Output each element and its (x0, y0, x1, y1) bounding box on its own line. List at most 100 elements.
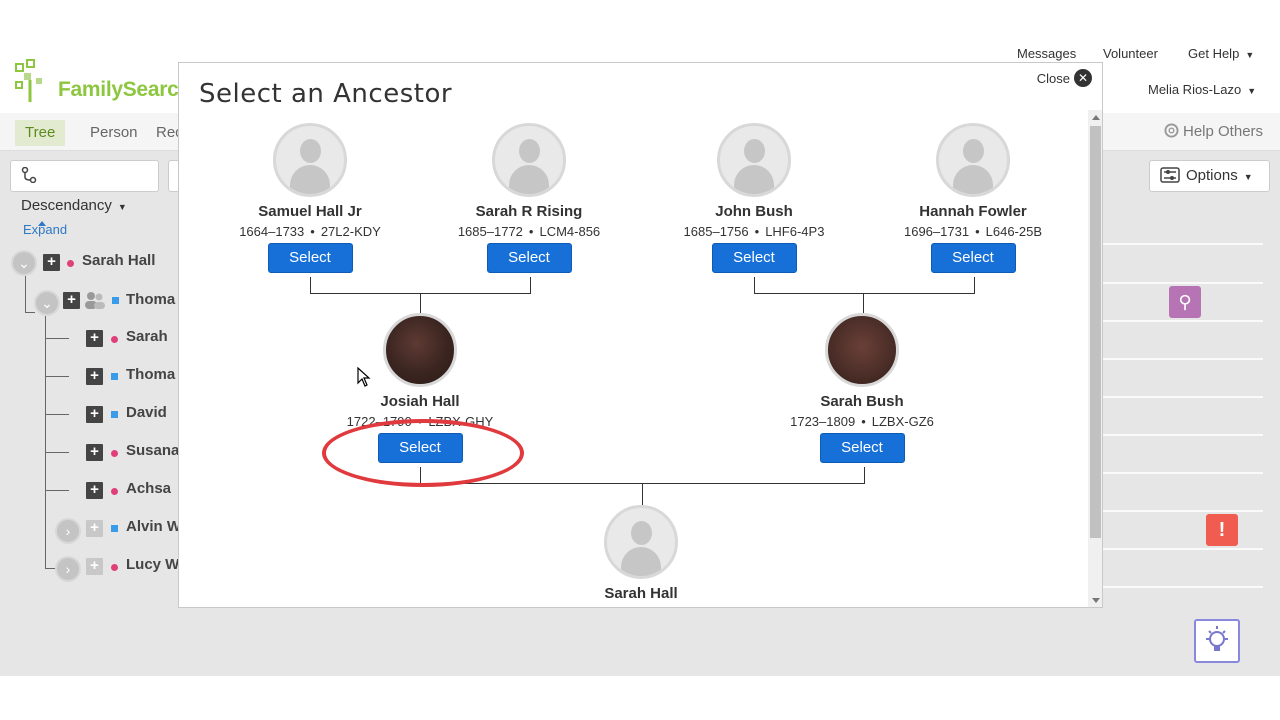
male-icon (112, 297, 119, 304)
nav-tab-person[interactable]: Person (80, 120, 148, 146)
collapse-icon[interactable]: ⌄ (11, 250, 37, 276)
fan-chart-icon[interactable]: ⚲ (1169, 286, 1201, 318)
page-bottom-area (0, 676, 1280, 720)
tree-row[interactable]: + Sarah (0, 318, 180, 356)
plus-icon[interactable]: + (43, 254, 60, 271)
select-button[interactable]: Select (486, 243, 572, 273)
user-menu[interactable]: Melia Rios-Lazo ▼ (1148, 82, 1256, 97)
ancestor-life-id: 1696–1731 • L646-25B (873, 224, 1073, 239)
person-name[interactable]: Thoma (126, 366, 175, 383)
expand-chevron-icon[interactable]: › (55, 556, 81, 582)
ancestor-name: Sarah Bush (820, 393, 904, 410)
view-dropdown[interactable]: Descendancy ▼ (10, 160, 159, 214)
row-divider (1103, 434, 1263, 436)
modal-scrollbar[interactable] (1088, 110, 1102, 607)
person-name[interactable]: Sarah Hall (82, 252, 155, 269)
ancestor-id: LZBX-GZ6 (871, 414, 934, 429)
scroll-up-arrow-icon[interactable] (1092, 115, 1100, 120)
row-divider (1103, 282, 1263, 284)
ancestor-card: Hannah Fowler 1696–1731 • L646-25B Select (873, 123, 1073, 273)
plus-icon[interactable]: + (86, 406, 103, 423)
tree-row[interactable]: ⌄ + Thoma (0, 281, 180, 319)
plus-icon[interactable]: + (86, 330, 103, 347)
female-silhouette-icon (492, 123, 566, 197)
ancestor-name: Samuel Hall Jr (258, 203, 362, 220)
row-divider (1103, 510, 1263, 512)
row-divider (1103, 358, 1263, 360)
caret-down-icon: ▼ (1245, 50, 1255, 60)
couple-icon (85, 292, 105, 309)
person-name[interactable]: Lucy W (126, 556, 179, 573)
person-name[interactable]: Thoma (126, 291, 175, 308)
plus-icon[interactable]: + (86, 558, 103, 575)
select-button[interactable]: Select (267, 243, 353, 273)
plus-icon[interactable]: + (86, 444, 103, 461)
plus-icon[interactable]: + (86, 520, 103, 537)
lightbulb-button[interactable] (1194, 619, 1240, 663)
tree-row[interactable]: ⌄ + Sarah Hall (0, 242, 180, 280)
row-divider (1103, 548, 1263, 550)
tree-connector (974, 277, 975, 293)
male-icon (111, 373, 118, 380)
scroll-down-arrow-icon[interactable] (1092, 598, 1100, 603)
plus-icon[interactable]: + (86, 368, 103, 385)
familysearch-logo[interactable]: FamilySearch (14, 58, 194, 106)
tree-row[interactable]: › + Lucy W (0, 546, 180, 584)
separator-dot: • (310, 224, 315, 239)
tree-row[interactable]: + Achsa (0, 470, 180, 508)
tree-row[interactable]: + David (0, 394, 180, 432)
descendancy-view-icon (21, 166, 37, 184)
logo-text: FamilySearch (58, 78, 191, 101)
select-button[interactable]: Select (930, 243, 1016, 273)
alert-icon[interactable]: ! (1206, 514, 1238, 546)
person-name[interactable]: Susana (126, 442, 179, 459)
close-icon: ✕ (1074, 69, 1092, 87)
separator-dot: • (754, 224, 760, 239)
tree-row[interactable]: + Susana (0, 432, 180, 470)
ancestor-dates: 1664–1733 (239, 224, 305, 239)
volunteer-link[interactable]: Volunteer (1103, 46, 1158, 61)
select-button[interactable]: Select (819, 433, 905, 463)
nav-tab-tree[interactable]: Tree (15, 120, 66, 146)
plus-icon[interactable]: + (63, 292, 80, 309)
ancestor-life-id: 1723–1809 • LZBX-GZ6 (762, 414, 962, 429)
male-icon (111, 525, 118, 532)
caret-down-icon: ▼ (1247, 86, 1257, 96)
help-others-label: Help Others (1183, 123, 1264, 140)
person-name[interactable]: Alvin W (126, 518, 181, 535)
female-icon (111, 450, 118, 457)
collapse-icon[interactable]: ⌄ (34, 290, 60, 316)
ancestor-dates: 1696–1731 (903, 224, 970, 239)
ancestor-id: L646-25B (985, 224, 1043, 239)
portrait-photo (825, 313, 899, 387)
female-silhouette-icon (936, 123, 1010, 197)
lightbulb-icon (1206, 626, 1228, 651)
caret-down-icon: ▼ (1243, 172, 1253, 182)
tree-connector (863, 293, 864, 313)
tree-row[interactable]: › + Alvin W (0, 508, 181, 546)
lifebuoy-icon (1164, 123, 1179, 138)
person-name[interactable]: David (126, 404, 167, 421)
user-name: Melia Rios-Lazo (1148, 82, 1242, 97)
tree-row[interactable]: + Thoma (0, 356, 180, 394)
help-others-link[interactable]: Help Others (1164, 123, 1263, 140)
select-button[interactable]: Select (711, 243, 797, 273)
options-dropdown[interactable]: Options ▼ (1149, 160, 1270, 192)
mouse-cursor-icon (357, 367, 371, 387)
person-name[interactable]: Achsa (126, 480, 171, 497)
expand-chevron-icon[interactable]: › (55, 518, 81, 544)
ancestor-name: Sarah R Rising (475, 203, 583, 220)
scroll-thumb[interactable] (1090, 126, 1101, 538)
plus-icon[interactable]: + (86, 482, 103, 499)
expand-link[interactable]: Expand (23, 222, 67, 237)
close-button[interactable]: Close ✕ (1037, 69, 1092, 89)
row-divider (1103, 586, 1263, 588)
person-name[interactable]: Sarah (126, 328, 168, 345)
focus-person-name: Sarah Hall (604, 585, 678, 602)
ancestor-id: LHF6-4P3 (765, 224, 825, 239)
messages-link[interactable]: Messages (1017, 46, 1076, 61)
ancestor-name: Josiah Hall (380, 393, 460, 410)
modal-title: Select an Ancestor (199, 79, 453, 109)
get-help-menu[interactable]: Get Help ▼ (1188, 46, 1254, 61)
tree-connector (864, 467, 865, 483)
